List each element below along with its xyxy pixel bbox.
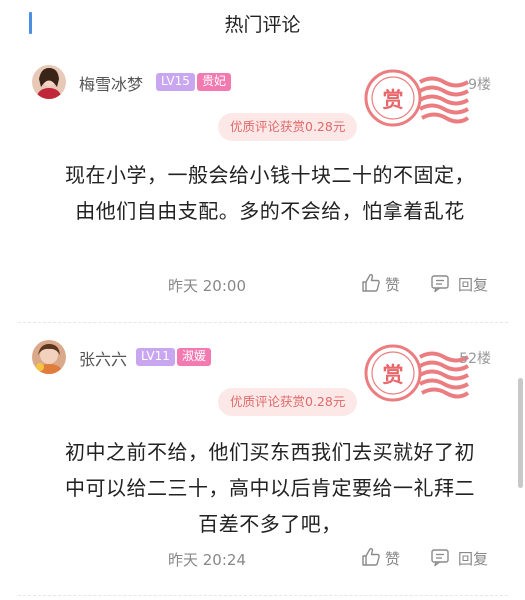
reply-button[interactable]: 回复: [430, 547, 500, 569]
title-badge: 淑媛: [177, 348, 212, 366]
comment-item: 张六六 LV11 淑媛 赏 52楼 优质评论获赏0.28元 初中之前不给，他们买…: [0, 0, 525, 600]
thumbs-up-icon: [362, 547, 380, 566]
floor-number: 52楼: [459, 351, 491, 367]
timestamp: 昨天 20:24: [168, 551, 246, 569]
reward-badge: 优质评论获赏0.28元: [218, 388, 358, 416]
comment-divider: [18, 595, 508, 596]
reply-label: 回复: [458, 550, 489, 568]
scrollbar[interactable]: [518, 378, 523, 488]
level-badge: LV11: [136, 348, 175, 366]
reward-stamp-icon: 赏: [350, 335, 472, 413]
avatar[interactable]: [32, 340, 66, 374]
like-label: 赞: [385, 550, 401, 568]
like-button[interactable]: 赞: [361, 547, 411, 569]
username[interactable]: 张六六: [79, 346, 127, 370]
stamp-text: 赏: [382, 363, 404, 387]
comment-text: 初中之前不给，他们买东西我们去买就好了初中可以给二三十，高中以后肯定要给一礼拜二…: [65, 440, 475, 536]
comment-icon: [431, 549, 449, 567]
